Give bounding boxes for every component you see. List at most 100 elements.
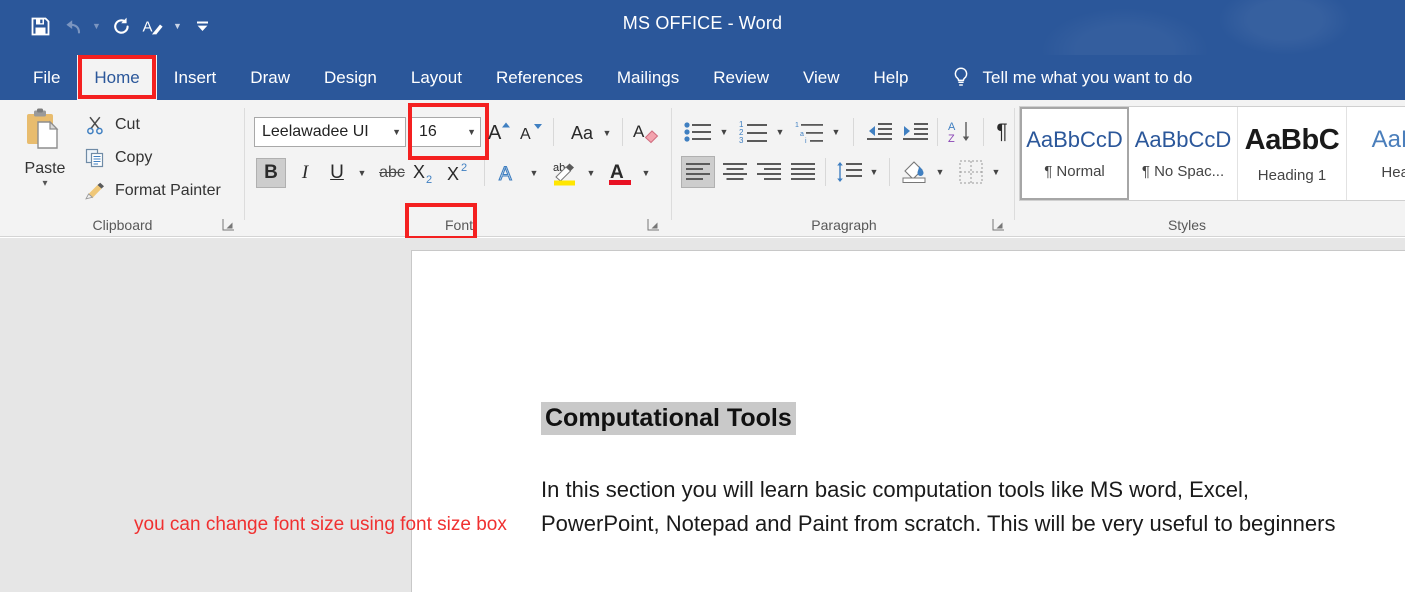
align-center-button[interactable] <box>718 156 752 188</box>
line-spacing-dropdown-icon[interactable]: ▼ <box>866 162 882 182</box>
bold-button[interactable]: B <box>256 158 286 188</box>
paragraph-dialog-launcher[interactable] <box>992 218 1005 231</box>
copy-icon <box>84 147 106 169</box>
font-color-button[interactable]: A <box>604 156 636 190</box>
style-normal-preview: AaBbCcD <box>1026 127 1123 152</box>
grow-font-icon[interactable]: A <box>486 116 516 148</box>
text-effects-dropdown-icon[interactable]: ▼ <box>526 163 542 183</box>
tab-design[interactable]: Design <box>307 55 394 100</box>
paragraph-group-label: Paragraph <box>811 217 877 233</box>
scissors-icon <box>84 114 106 136</box>
clipboard-group-label: Clipboard <box>92 217 153 233</box>
underline-dropdown-icon[interactable]: ▼ <box>354 163 370 183</box>
style-heading-1[interactable]: AaBbC Heading 1 <box>1238 107 1347 200</box>
ribbon-group-font: Leelawadee UI ▼ 16 ▼ A A Aa ▼ A B I U ▼ … <box>246 100 672 240</box>
svg-text:A: A <box>499 164 512 185</box>
style-heading-2[interactable]: AaBb Headi <box>1347 107 1405 200</box>
styles-group-label: Styles <box>1167 217 1207 233</box>
style-no-spacing-label: ¶ No Spac... <box>1141 163 1225 180</box>
ribbon-group-styles: AaBbCcD ¶ Normal AaBbCcD ¶ No Spac... Aa… <box>1016 100 1405 237</box>
font-color-dropdown-icon[interactable]: ▼ <box>638 163 654 183</box>
text-highlight-button[interactable]: ab <box>549 156 581 190</box>
bullets-button[interactable] <box>681 118 715 146</box>
paste-button[interactable]: Paste ▾ <box>14 108 76 204</box>
svg-text:2: 2 <box>461 162 467 174</box>
document-body-paragraph: In this section you will learn basic com… <box>541 477 1336 536</box>
align-right-button[interactable] <box>752 156 786 188</box>
font-size-input[interactable]: 16 ▼ <box>411 117 481 147</box>
document-canvas[interactable]: Computational Tools In this section you … <box>0 238 1405 592</box>
text-highlight-dropdown-icon[interactable]: ▼ <box>583 163 599 183</box>
tab-layout[interactable]: Layout <box>394 55 479 100</box>
svg-text:A: A <box>488 122 502 144</box>
styles-gallery: AaBbCcD ¶ Normal AaBbCcD ¶ No Spac... Aa… <box>1019 106 1405 201</box>
tab-insert[interactable]: Insert <box>157 55 234 100</box>
tab-mailings[interactable]: Mailings <box>600 55 696 100</box>
font-name-value: Leelawadee UI <box>262 123 369 140</box>
tab-home[interactable]: Home <box>77 55 157 100</box>
copy-button[interactable]: Copy <box>84 145 152 171</box>
multilevel-list-dropdown-icon[interactable]: ▼ <box>828 122 844 142</box>
ribbon-group-paragraph: ▼ 1 2 3 ▼ 1 a i ▼ A Z ¶ ▼ ▼ ▼ Paragraph <box>673 100 1015 237</box>
borders-button[interactable] <box>955 156 987 188</box>
clear-formatting-icon[interactable]: A <box>631 116 661 148</box>
tab-file[interactable]: File <box>16 55 77 100</box>
font-size-dropdown-icon[interactable]: ▼ <box>463 127 476 137</box>
format-painter-button[interactable]: Format Painter <box>84 178 221 204</box>
line-spacing-button[interactable] <box>833 156 865 188</box>
underline-button[interactable]: U <box>323 158 351 188</box>
align-left-button[interactable] <box>681 156 715 188</box>
justify-button[interactable] <box>786 156 820 188</box>
style-no-spacing-preview: AaBbCcD <box>1134 127 1232 152</box>
subscript-button[interactable]: X 2 <box>410 158 442 188</box>
shrink-font-icon[interactable]: A <box>518 118 546 148</box>
tab-review[interactable]: Review <box>696 55 786 100</box>
svg-text:A: A <box>633 122 645 141</box>
svg-text:1: 1 <box>795 122 799 129</box>
svg-text:3: 3 <box>739 136 744 144</box>
numbering-dropdown-icon[interactable]: ▼ <box>772 122 788 142</box>
tab-draw[interactable]: Draw <box>233 55 307 100</box>
cut-button[interactable]: Cut <box>84 112 140 138</box>
ribbon-group-clipboard: Paste ▾ Cut Copy Format Painter Clipboar… <box>0 100 245 237</box>
word-window: ▼ A ▼ MS OFFICE - Word File Home Insert … <box>0 0 1405 592</box>
font-name-input[interactable]: Leelawadee UI ▼ <box>254 117 406 147</box>
format-painter-label: Format Painter <box>115 182 221 199</box>
style-no-spacing[interactable]: AaBbCcD ¶ No Spac... <box>1129 107 1238 200</box>
borders-dropdown-icon[interactable]: ▼ <box>988 162 1004 182</box>
document-page[interactable]: Computational Tools In this section you … <box>411 250 1405 592</box>
page-title: MS OFFICE - Word <box>0 13 1405 34</box>
font-group-label: Font <box>444 217 473 233</box>
style-heading-2-label: Headi <box>1381 164 1405 181</box>
font-dialog-launcher[interactable] <box>647 218 660 231</box>
shading-button[interactable] <box>897 154 931 188</box>
superscript-button[interactable]: X 2 <box>444 158 476 188</box>
show-formatting-marks-button[interactable]: ¶ <box>989 116 1015 148</box>
lightbulb-icon <box>952 65 972 91</box>
annotation-text: you can change font size using font size… <box>134 514 507 535</box>
sort-button[interactable]: A Z <box>945 116 977 148</box>
paste-label: Paste <box>24 160 66 177</box>
change-case-icon[interactable]: Aa <box>564 118 600 148</box>
multilevel-list-button[interactable]: 1 a i <box>793 118 827 146</box>
style-heading-1-preview: AaBbC <box>1244 123 1340 156</box>
italic-button[interactable]: I <box>291 158 319 188</box>
numbering-button[interactable]: 1 2 3 <box>737 118 771 146</box>
svg-text:X: X <box>413 162 425 182</box>
tab-view[interactable]: View <box>786 55 857 100</box>
decrease-indent-button[interactable] <box>863 118 895 146</box>
bullets-dropdown-icon[interactable]: ▼ <box>716 122 732 142</box>
tab-help[interactable]: Help <box>857 55 926 100</box>
font-name-dropdown-icon[interactable]: ▼ <box>388 127 401 137</box>
increase-indent-button[interactable] <box>899 118 931 146</box>
text-effects-button[interactable]: A <box>494 158 524 188</box>
paste-dropdown-icon[interactable]: ▾ <box>42 179 47 189</box>
change-case-dropdown-icon[interactable]: ▼ <box>600 122 614 144</box>
shading-dropdown-icon[interactable]: ▼ <box>932 162 948 182</box>
tell-me-search[interactable]: Tell me what you want to do <box>926 55 1192 100</box>
style-normal[interactable]: AaBbCcD ¶ Normal <box>1020 107 1129 200</box>
strikethrough-button[interactable]: abc <box>376 158 408 188</box>
copy-label: Copy <box>115 149 153 166</box>
clipboard-dialog-launcher[interactable] <box>222 218 235 231</box>
tab-references[interactable]: References <box>479 55 600 100</box>
